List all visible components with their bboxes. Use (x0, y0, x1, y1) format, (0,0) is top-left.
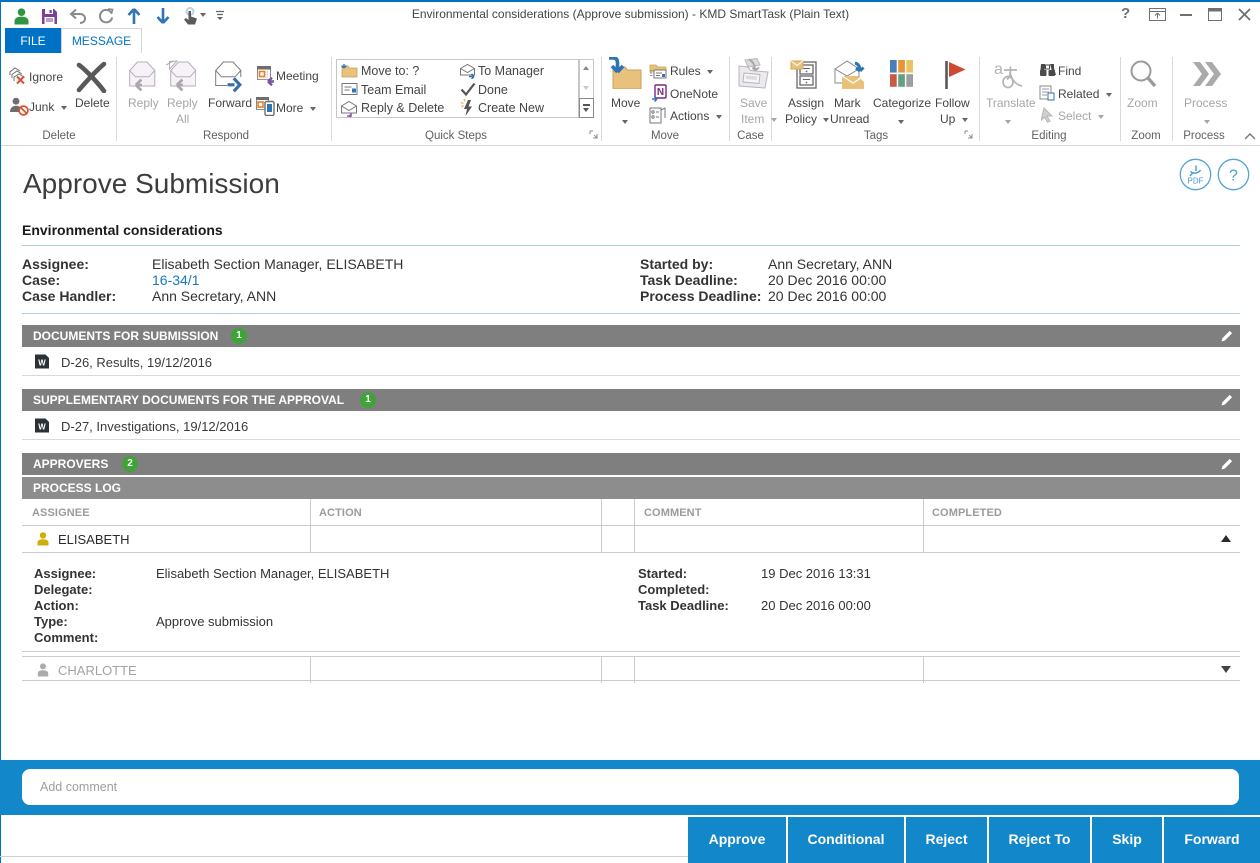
svg-text:N: N (657, 87, 664, 98)
svg-text:?: ? (1229, 168, 1238, 185)
svg-text:PDF: PDF (1188, 177, 1204, 186)
svg-text:a: a (994, 61, 1003, 78)
svg-text:W: W (38, 422, 46, 431)
svg-text:W: W (38, 358, 46, 367)
